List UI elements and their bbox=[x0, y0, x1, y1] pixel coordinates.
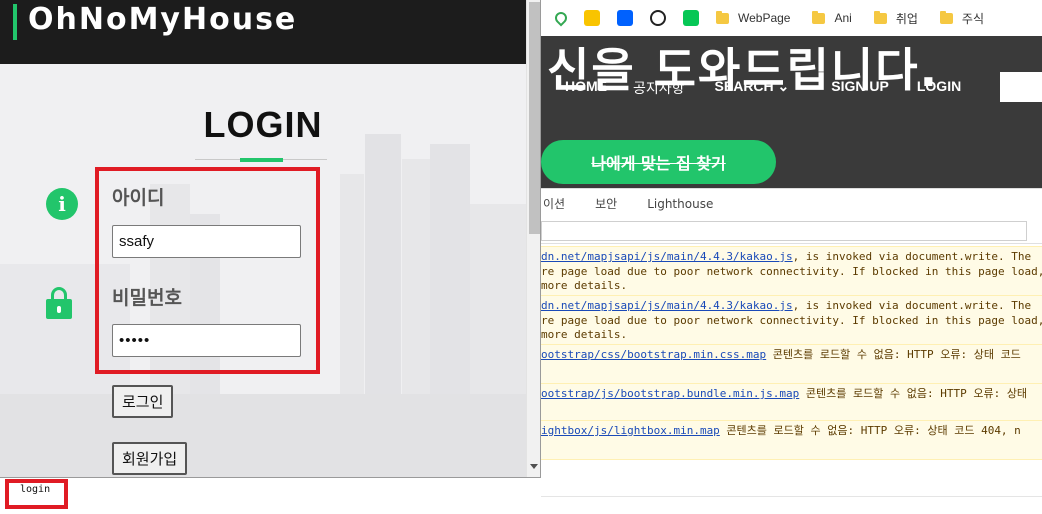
tab-application[interactable]: 이션 bbox=[543, 195, 565, 212]
console-message: ootstrap/css/bootstrap.min.css.map 콘텐츠를 … bbox=[541, 344, 1042, 384]
map-pin-icon[interactable] bbox=[584, 10, 600, 26]
panda-icon[interactable] bbox=[650, 10, 666, 26]
console-source-link[interactable]: ootstrap/js/bootstrap.bundle.min.js.map bbox=[541, 387, 799, 400]
login-button[interactable]: 로그인 bbox=[112, 385, 174, 418]
tab-lighthouse[interactable]: Lighthouse bbox=[647, 197, 713, 211]
nav-notice[interactable]: 공지사항 bbox=[633, 78, 685, 98]
console-source-link[interactable]: ightbox/js/lightbox.min.map bbox=[541, 424, 720, 437]
brand-logo[interactable]: OhNoMyHouse bbox=[28, 2, 297, 37]
bookmark-folder-label: Ani bbox=[834, 11, 852, 25]
status-divider bbox=[541, 496, 1042, 497]
console-source-link[interactable]: ootstrap/css/bootstrap.min.css.map bbox=[541, 348, 766, 361]
status-text: login bbox=[20, 484, 51, 495]
console-message: dn.net/mapjsapi/js/main/4.4.3/kakao.js, … bbox=[541, 246, 1042, 297]
find-house-button[interactable]: 나에게 맞는 집 찾기 bbox=[541, 140, 776, 184]
highlight-box-credentials bbox=[95, 167, 320, 374]
maps-icon[interactable] bbox=[552, 9, 570, 27]
folder-icon bbox=[939, 10, 953, 24]
site-header: OhNoMyHouse bbox=[0, 0, 526, 64]
title-accent bbox=[240, 158, 283, 162]
login-title: LOGIN bbox=[203, 104, 323, 145]
console-filter-input[interactable] bbox=[541, 221, 1027, 241]
hero-overlay-box bbox=[1000, 72, 1042, 102]
bookmarks-bar: WebPage Ani 취업 주식 bbox=[541, 0, 1042, 36]
nav-signup[interactable]: SIGN UP bbox=[831, 78, 889, 98]
console-panel: dn.net/mapjsapi/js/main/4.4.3/kakao.js, … bbox=[541, 244, 1042, 514]
bookmark-folder-stocks[interactable]: 주식 bbox=[939, 10, 985, 27]
info-icon: i bbox=[46, 188, 78, 220]
console-source-link[interactable]: dn.net/mapjsapi/js/main/4.4.3/kakao.js bbox=[541, 250, 793, 263]
console-message: ootstrap/js/bootstrap.bundle.min.js.map … bbox=[541, 383, 1042, 421]
console-source-link[interactable]: dn.net/mapjsapi/js/main/4.4.3/kakao.js bbox=[541, 299, 793, 312]
hero-nav: HOME 공지사항 SEARCH ⌄ SIGN UP LOGIN bbox=[565, 78, 961, 98]
nav-search[interactable]: SEARCH ⌄ bbox=[715, 78, 790, 98]
bookmark-folder-label: 취업 bbox=[895, 11, 918, 26]
console-message: dn.net/mapjsapi/js/main/4.4.3/kakao.js, … bbox=[541, 295, 1042, 346]
screen: WebPage Ani 취업 주식 신을 도와드립니다. HOME 공지사항 S… bbox=[0, 0, 1042, 514]
bookmark-folder-webpage[interactable]: WebPage bbox=[716, 10, 791, 25]
folder-icon bbox=[873, 10, 887, 24]
console-filter-bar bbox=[541, 218, 1042, 244]
login-popup-window: OhNoMyHouse LOGIN i 아이디 ssafy 비밀번호 ••••• bbox=[0, 0, 541, 478]
tab-security[interactable]: 보안 bbox=[595, 195, 617, 212]
bookmark-folder-label: WebPage bbox=[738, 11, 791, 25]
scrollbar[interactable] bbox=[526, 0, 540, 477]
brand-accent-bar bbox=[13, 4, 17, 40]
scroll-down-arrow-icon[interactable] bbox=[530, 464, 538, 469]
devtools-tabs: 이션 보안 Lighthouse bbox=[541, 188, 1042, 218]
bookmark-folder-jobs[interactable]: 취업 bbox=[873, 10, 918, 27]
scrollbar-thumb[interactable] bbox=[529, 2, 540, 234]
bookmark-folder-ani[interactable]: Ani bbox=[812, 10, 852, 25]
signup-button[interactable]: 회원가입 bbox=[112, 442, 188, 475]
dropbox-icon[interactable] bbox=[617, 10, 633, 26]
line-chat-icon[interactable] bbox=[683, 10, 699, 26]
nav-login[interactable]: LOGIN bbox=[917, 78, 961, 98]
folder-icon bbox=[716, 10, 729, 24]
folder-icon bbox=[812, 10, 826, 24]
nav-home[interactable]: HOME bbox=[565, 78, 607, 98]
console-message: ightbox/js/lightbox.min.map 콘텐츠를 로드할 수 없… bbox=[541, 420, 1042, 460]
lock-icon bbox=[46, 287, 72, 319]
bookmark-folder-label: 주식 bbox=[961, 11, 985, 26]
hero-section: 신을 도와드립니다. HOME 공지사항 SEARCH ⌄ SIGN UP LO… bbox=[541, 36, 1042, 188]
